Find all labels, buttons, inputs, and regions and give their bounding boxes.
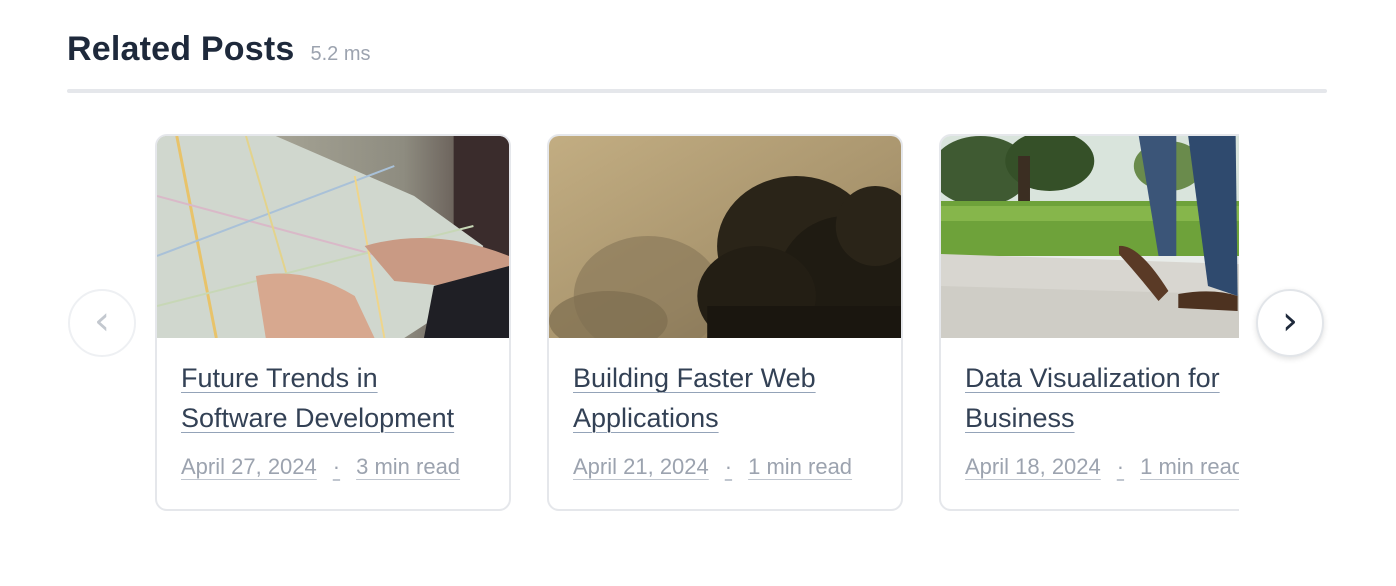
post-card[interactable]: Data Visualization for Business April 18,… xyxy=(939,134,1239,511)
read-time-link[interactable]: 1 min read xyxy=(1140,454,1239,480)
post-date-link[interactable]: April 21, 2024 xyxy=(573,454,709,480)
section-title: Related Posts xyxy=(67,30,295,68)
post-meta: April 27, 2024 · 3 min read xyxy=(181,454,460,480)
read-time-link[interactable]: 1 min read xyxy=(748,454,852,480)
meta-separator: · xyxy=(332,454,341,479)
post-title-link[interactable]: Future Trends in Software Development xyxy=(181,358,509,438)
post-date-link[interactable]: April 27, 2024 xyxy=(181,454,317,480)
render-timing: 5.2 ms xyxy=(310,43,371,65)
post-meta: April 18, 2024 · 1 min read xyxy=(965,454,1239,480)
related-posts-carousel: Future Trends in Software Development Apr… xyxy=(155,134,1239,516)
post-card[interactable]: Building Faster Web Applications April 21… xyxy=(547,134,903,511)
meta-separator: · xyxy=(1116,454,1125,479)
post-thumbnail-map-in-hands[interactable] xyxy=(157,136,509,338)
header-divider xyxy=(67,89,1327,93)
chevron-right-icon: › xyxy=(1282,298,1298,344)
carousel-next-button[interactable]: › xyxy=(1256,289,1324,357)
post-thumbnail-person-walking-park[interactable] xyxy=(941,136,1239,338)
post-thumbnail-foggy-trees[interactable] xyxy=(549,136,901,338)
chevron-left-icon: ‹ xyxy=(94,298,110,344)
post-card[interactable]: Future Trends in Software Development Apr… xyxy=(155,134,511,511)
post-title-link[interactable]: Building Faster Web Applications xyxy=(573,358,901,438)
post-date-link[interactable]: April 18, 2024 xyxy=(965,454,1101,480)
carousel-prev-button[interactable]: ‹ xyxy=(68,289,136,357)
post-meta: April 21, 2024 · 1 min read xyxy=(573,454,852,480)
post-title-link[interactable]: Data Visualization for Business xyxy=(965,358,1239,438)
section-header: Related Posts 5.2 ms xyxy=(67,30,370,69)
read-time-link[interactable]: 3 min read xyxy=(356,454,460,480)
meta-separator: · xyxy=(724,454,733,479)
